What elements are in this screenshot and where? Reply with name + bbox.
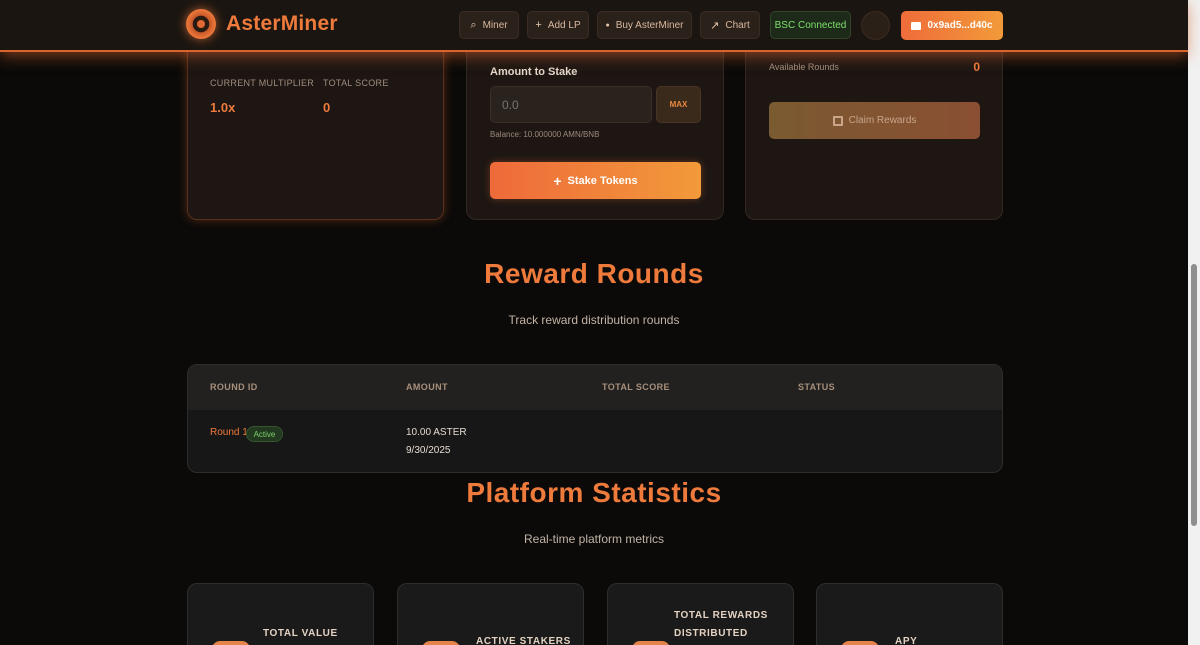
stat-card-total-value: TOTAL VALUE [187, 583, 374, 645]
score-label: TOTAL SCORE [323, 78, 389, 88]
stat-label: APY [895, 636, 918, 645]
stat-card-total-rewards: TOTAL REWARDS DISTRIBUTED [607, 583, 794, 645]
score-value: 0 [323, 100, 331, 115]
page-scrollbar[interactable] [1188, 0, 1200, 645]
nav-label: Add LP [547, 19, 581, 31]
stat-card-active-stakers: ACTIVE STAKERS [397, 583, 584, 645]
brand-name: AsterMiner [226, 12, 338, 35]
round-amount: 10.00 ASTER [406, 427, 467, 438]
balance-text: Balance: 10.000000 AMN/BNB [490, 130, 600, 139]
wallet-address: 0x9ad5...d40c [927, 20, 993, 31]
stake-amount-input[interactable] [490, 86, 652, 123]
stake-button-label: Stake Tokens [567, 174, 638, 187]
gift-icon [632, 641, 670, 645]
stake-tokens-button[interactable]: + Stake Tokens [490, 162, 701, 199]
stat-label: ACTIVE STAKERS [476, 636, 571, 645]
network-status-badge[interactable]: BSC Connected [770, 11, 851, 39]
dollar-icon [212, 641, 250, 645]
fire-icon: ● [605, 21, 610, 29]
plus-icon: + [535, 19, 542, 31]
stake-card: Amount to Stake MAX Balance: 10.000000 A… [466, 30, 724, 220]
reward-rounds-subtitle: Track reward distribution rounds [508, 313, 680, 327]
platform-stats-title: Platform Statistics [466, 477, 722, 508]
top-navbar: AsterMiner ⌕ Miner + Add LP ● Buy AsterM… [0, 0, 1188, 52]
brand-logo[interactable]: AsterMiner [186, 9, 338, 39]
logo-icon [186, 9, 216, 39]
column-header: STATUS [798, 382, 836, 392]
wallet-icon [911, 21, 922, 30]
stake-amount-label: Amount to Stake [490, 66, 578, 78]
available-rounds-value: 0 [973, 60, 980, 74]
nav-miner-button[interactable]: ⌕ Miner [459, 11, 519, 39]
wallet-button[interactable]: 0x9ad5...d40c [901, 11, 1003, 40]
multiplier-card: CURRENT MULTIPLIER 1.0x TOTAL SCORE 0 [187, 30, 444, 220]
stat-label: DISTRIBUTED [674, 628, 748, 639]
plus-icon: + [553, 172, 562, 189]
nav-buy-button[interactable]: ● Buy AsterMiner [597, 11, 692, 39]
available-rounds-label: Available Rounds [769, 62, 839, 72]
nav-label: Buy AsterMiner [615, 19, 684, 31]
rewards-card: Available Rounds 0 Claim Rewards [745, 30, 1003, 220]
stat-label: TOTAL REWARDS [674, 610, 768, 621]
search-icon: ⌕ [470, 18, 477, 31]
scrollbar-thumb[interactable] [1191, 264, 1197, 526]
max-button[interactable]: MAX [656, 86, 701, 123]
column-header: TOTAL SCORE [602, 382, 670, 392]
nav-label: Chart [725, 19, 750, 31]
column-header: AMOUNT [406, 382, 448, 392]
reward-rounds-table: ROUND ID AMOUNT TOTAL SCORE STATUS Round… [187, 364, 1003, 473]
claim-rewards-button[interactable]: Claim Rewards [769, 102, 980, 139]
reward-rounds-title: Reward Rounds [484, 258, 704, 289]
column-header: ROUND ID [210, 382, 258, 392]
claim-button-label: Claim Rewards [848, 115, 917, 126]
nav-chart-button[interactable]: ↗ Chart [700, 11, 760, 39]
avatar[interactable] [861, 11, 890, 40]
table-header: ROUND ID AMOUNT TOTAL SCORE STATUS [188, 365, 1002, 410]
platform-stats-subtitle: Real-time platform metrics [523, 532, 665, 546]
users-icon [422, 641, 460, 645]
nav-add-lp-button[interactable]: + Add LP [527, 11, 589, 39]
stat-card-apy: APY [816, 583, 1003, 645]
round-date: 9/30/2025 [406, 445, 451, 456]
status-badge: Active [246, 426, 283, 442]
chart-line-icon: ↗ [710, 19, 720, 32]
gift-icon [832, 115, 843, 126]
multiplier-label: CURRENT MULTIPLIER [210, 78, 315, 88]
round-id: Round 1 [210, 427, 248, 438]
percent-icon [841, 641, 879, 645]
multiplier-value: 1.0x [210, 100, 236, 115]
nav-label: Miner [482, 19, 508, 31]
stat-label: TOTAL VALUE [263, 628, 338, 639]
